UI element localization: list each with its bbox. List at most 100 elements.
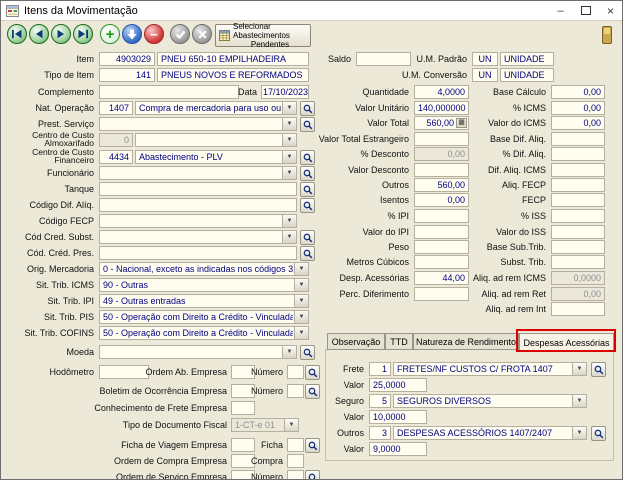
um-conversao-code-field[interactable]: UN [472,68,498,82]
numeric-field[interactable] [414,132,469,146]
exit-door-icon[interactable] [602,26,612,44]
centro-custo-financeiro-lookup-button[interactable] [300,150,315,165]
cancel-button[interactable] [192,24,212,44]
outros-valor-field[interactable]: 9,0000 [369,442,427,456]
numeric-field[interactable] [551,255,605,269]
chevron-down-icon[interactable]: ▼ [282,118,296,130]
nat-operacao-combo[interactable]: Compra de mercadoria para uso ou consumo… [135,101,297,115]
numeric-field[interactable] [551,193,605,207]
um-padrao-desc-field[interactable]: UNIDADE [500,52,554,66]
close-button[interactable]: × [598,1,623,20]
tab-despesas-acessorias[interactable]: Despesas Acessórias [519,333,614,351]
nat-operacao-lookup-button[interactable] [300,101,315,116]
cod-cred-pres-field[interactable] [99,246,297,260]
chevron-down-icon[interactable]: ▼ [294,263,308,275]
data-field[interactable]: 17/10/2023 [261,85,309,99]
numeric-field[interactable] [551,302,605,316]
numeric-field[interactable] [414,287,469,301]
post-record-button[interactable] [122,24,142,44]
add-record-button[interactable]: + [100,24,120,44]
codigo-dif-aliq-field[interactable] [99,198,297,212]
numeric-field[interactable] [414,163,469,177]
frete-valor-field[interactable]: 25,0000 [369,378,427,392]
boletim-lookup-button[interactable] [305,384,320,399]
chevron-down-icon[interactable]: ▼ [572,395,586,407]
hodometro-field[interactable] [99,365,149,379]
ficha-viagem-empresa-field[interactable] [231,438,255,452]
numeric-field[interactable]: 44,00 [414,271,469,285]
numeric-field[interactable] [551,225,605,239]
tipo-item-code-field[interactable]: 141 [99,68,155,82]
maximize-button[interactable] [573,1,598,20]
funcionario-combo[interactable]: ▼ [99,166,297,180]
chevron-down-icon[interactable]: ▼ [282,102,296,114]
frete-combo[interactable]: FRETES/NF CUSTOS C/ FROTA 1407▼ [393,362,587,376]
codigo-dif-aliq-lookup-button[interactable] [300,198,315,213]
item-code-field[interactable]: 4903029 [99,52,155,66]
numeric-field[interactable]: 0,00 [414,147,469,161]
nat-operacao-code-field[interactable]: 1407 [99,101,133,115]
tanque-field[interactable] [99,182,297,196]
sit-trib-ipi-combo[interactable]: 49 - Outras entradas▼ [99,294,309,308]
chevron-down-icon[interactable]: ▼ [572,363,586,375]
chevron-down-icon[interactable]: ▼ [294,311,308,323]
chevron-down-icon[interactable]: ▼ [282,231,296,243]
codigo-fecp-combo[interactable]: ▼ [99,214,297,228]
numeric-field[interactable]: 4,0000 [414,85,469,99]
chevron-down-icon[interactable]: ▼ [282,167,296,179]
seguro-valor-field[interactable]: 10,0000 [369,410,427,424]
previous-record-button[interactable] [29,24,49,44]
sit-trib-pis-combo[interactable]: 50 - Operação com Direito a Crédito - Vi… [99,310,309,324]
minimize-button[interactable]: – [548,1,573,20]
tab-natureza-rendimento[interactable]: Natureza de Rendimento [413,333,519,350]
ordem-servico-numero-field[interactable] [287,470,304,480]
numeric-field[interactable] [551,147,605,161]
sit-trib-icms-combo[interactable]: 90 - Outras▼ [99,278,309,292]
last-record-button[interactable] [73,24,93,44]
select-pending-fuelings-button[interactable]: Selecionar Abastecimentos Pendentes [215,24,311,47]
numeric-field[interactable] [551,132,605,146]
chevron-down-icon[interactable]: ▼ [282,134,296,146]
centro-custo-financeiro-combo[interactable]: Abastecimento - PLV▼ [135,150,297,164]
centro-custo-financeiro-code-field[interactable]: 4434 [99,150,133,164]
boletim-numero-field[interactable] [287,384,304,398]
outros-code-field[interactable]: 3 [369,426,391,440]
numeric-field[interactable] [551,209,605,223]
ficha-viagem-lookup-button[interactable] [305,438,320,453]
saldo-field[interactable] [356,52,411,66]
chevron-down-icon[interactable]: ▼ [294,327,308,339]
numeric-field[interactable]: 0,00 [551,85,605,99]
chevron-down-icon[interactable]: ▼ [572,427,586,439]
compra-field[interactable] [287,454,304,468]
ordem-ab-numero-field[interactable] [287,365,304,379]
um-padrao-code-field[interactable]: UN [472,52,498,66]
confirm-button[interactable] [170,24,190,44]
tab-observacao[interactable]: Observação [327,333,385,350]
prest-servico-lookup-button[interactable] [300,117,315,132]
moeda-combo[interactable]: ▼ [99,345,297,359]
numeric-field[interactable] [551,163,605,177]
tipo-doc-fiscal-combo[interactable]: 1-CT-e 01▼ [231,418,299,432]
numeric-field[interactable]: 0,0000 [551,271,605,285]
ficha-field[interactable] [287,438,304,452]
numeric-field[interactable]: 0,00 [551,287,605,301]
cod-cred-pres-lookup-button[interactable] [300,246,315,261]
numeric-field[interactable]: 0,00 [551,116,605,130]
item-desc-field[interactable]: PNEU 650-10 EMPILHADEIRA [157,52,309,66]
numeric-field[interactable] [414,255,469,269]
centro-custo-almoxarifado-code-field[interactable]: 0 [99,133,133,147]
conhecimento-frete-field[interactable] [231,401,255,415]
tipo-item-desc-field[interactable]: PNEUS NOVOS E REFORMADOS [157,68,309,82]
prest-servico-combo[interactable]: ▼ [99,117,297,131]
funcionario-lookup-button[interactable] [300,166,315,181]
frete-code-field[interactable]: 1 [369,362,391,376]
outros-combo[interactable]: DESPESAS ACESSÓRIOS 1407/2407▼ [393,426,587,440]
frete-lookup-button[interactable] [591,362,606,377]
centro-custo-almoxarifado-combo[interactable]: ▼ [135,133,297,147]
chevron-down-icon[interactable]: ▼ [284,419,298,431]
numeric-field[interactable]: 560,00▦ [414,116,469,130]
chevron-down-icon[interactable]: ▼ [294,295,308,307]
tab-ttd[interactable]: TTD [385,333,413,350]
chevron-down-icon[interactable]: ▼ [282,215,296,227]
numeric-field[interactable] [414,225,469,239]
